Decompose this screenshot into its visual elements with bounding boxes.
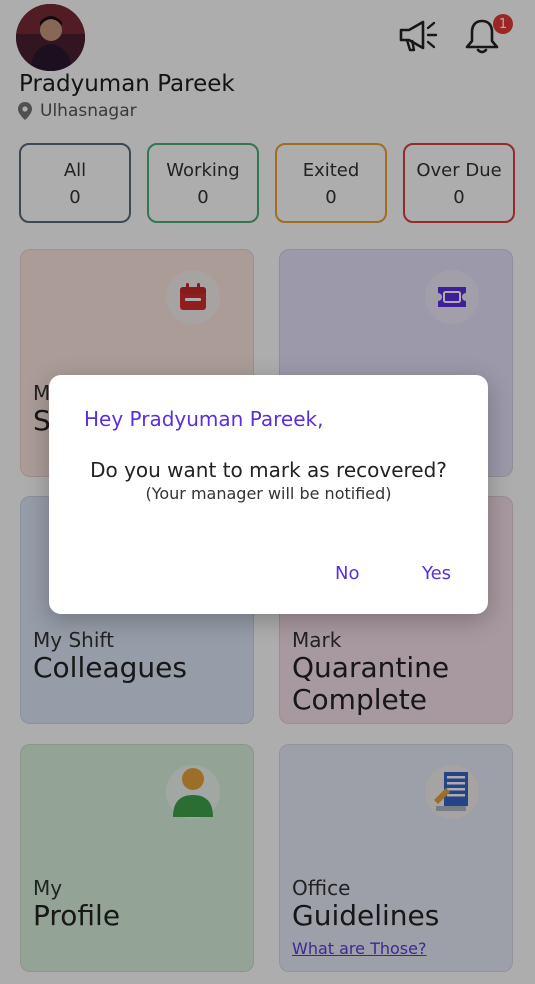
- no-button[interactable]: No: [335, 563, 359, 584]
- yes-button[interactable]: Yes: [422, 563, 451, 584]
- recovered-dialog: Hey Pradyuman Pareek, Do you want to mar…: [49, 375, 488, 614]
- dialog-greeting: Hey Pradyuman Pareek,: [84, 407, 324, 431]
- dialog-question: Do you want to mark as recovered?: [90, 458, 447, 482]
- dialog-note: (Your manager will be notified): [145, 484, 392, 503]
- home-screen: Pradyuman Pareek Ulhasnagar 1 All 0 Work…: [0, 0, 535, 984]
